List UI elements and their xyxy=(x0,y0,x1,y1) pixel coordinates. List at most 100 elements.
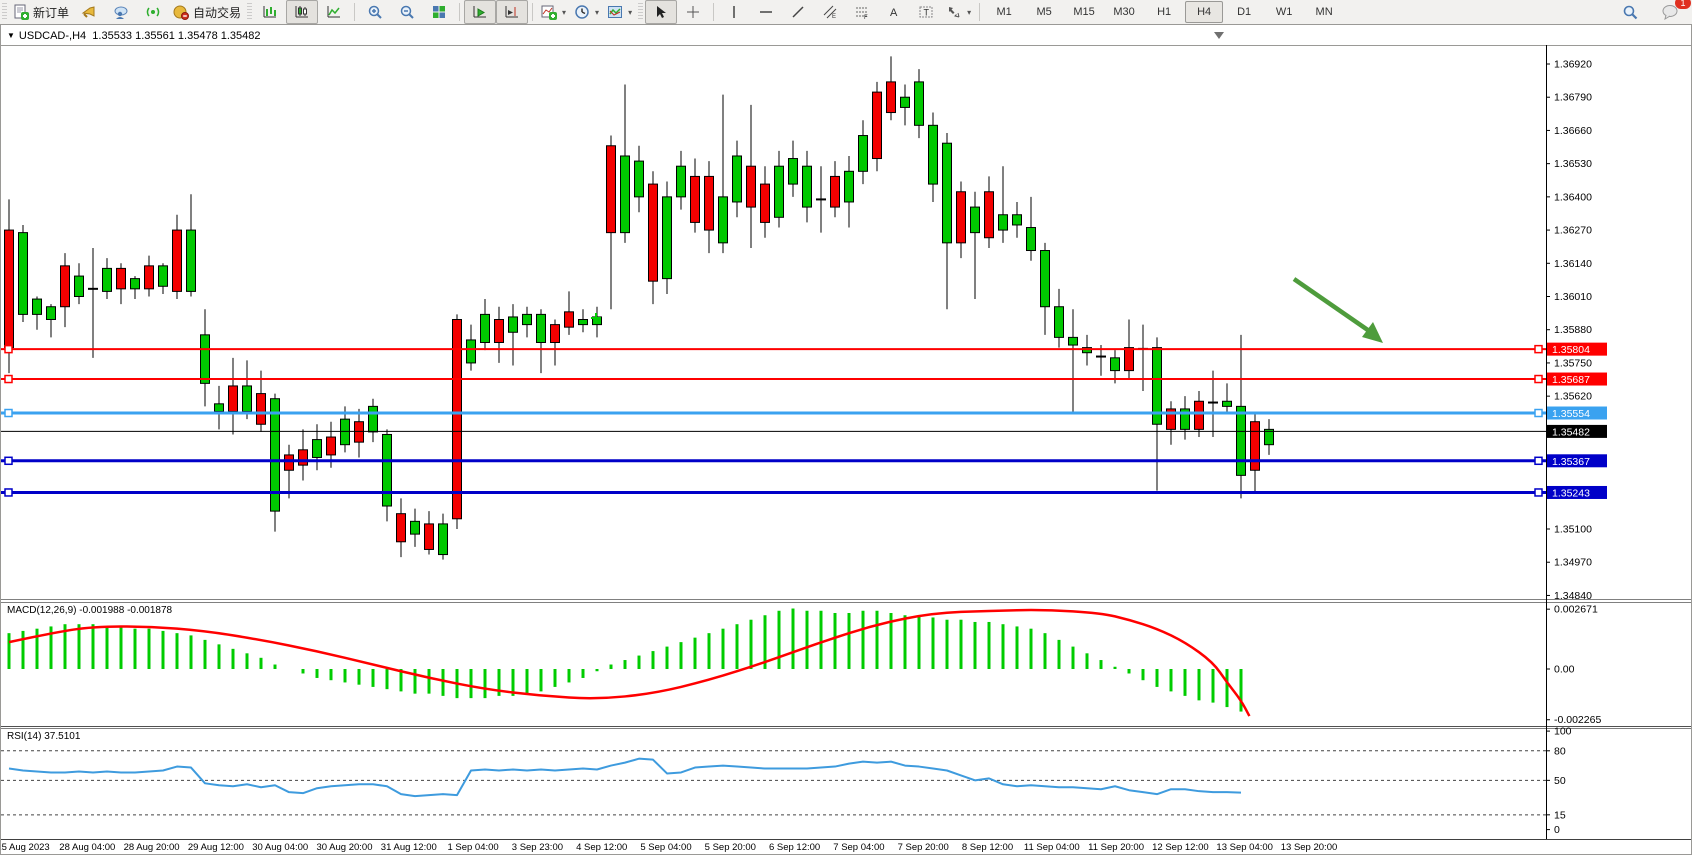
crosshair-button[interactable] xyxy=(677,0,709,24)
hline-anchor-square[interactable] xyxy=(1535,410,1542,417)
candle-body xyxy=(5,230,14,348)
timeframe-w1-button[interactable]: W1 xyxy=(1265,1,1303,23)
label-tool[interactable]: T xyxy=(910,0,942,24)
candle-body xyxy=(103,268,112,291)
toolbar-grip[interactable] xyxy=(2,3,7,21)
candle-body xyxy=(47,307,56,320)
arrows-dropdown-arrow: ▾ xyxy=(967,8,971,17)
timeframe-m1-button[interactable]: M1 xyxy=(985,1,1023,23)
notifications-button[interactable]: 1 xyxy=(1654,0,1686,24)
candle-body xyxy=(957,192,966,243)
mt4-window: 新订单 自动交易 xyxy=(0,0,1692,855)
arrows-tool[interactable]: ▾ xyxy=(942,0,975,24)
price-axis-scale[interactable] xyxy=(1546,45,1691,839)
new-order-button[interactable]: 新订单 xyxy=(9,0,73,24)
auto-trading-button[interactable]: 自动交易 xyxy=(169,0,245,24)
channel-tool[interactable]: E xyxy=(814,0,846,24)
timeframe-m30-button[interactable]: M30 xyxy=(1105,1,1143,23)
candle-body xyxy=(1069,337,1078,345)
search-button[interactable] xyxy=(1614,0,1646,24)
auto-scroll-icon xyxy=(472,4,488,20)
candle-body xyxy=(887,82,896,113)
indicators-button[interactable]: ▾ xyxy=(537,0,570,24)
toolbar-grip[interactable] xyxy=(638,3,643,21)
notification-badge: 1 xyxy=(1675,0,1691,9)
vertical-line-icon xyxy=(726,4,742,20)
svg-text:F: F xyxy=(864,15,868,20)
candle-body xyxy=(1223,401,1232,406)
chart-shift-marker[interactable] xyxy=(1214,32,1224,39)
candle-body xyxy=(145,266,154,289)
hline-anchor-square[interactable] xyxy=(5,410,12,417)
market-button[interactable] xyxy=(73,0,105,24)
chart-candles-button[interactable] xyxy=(286,0,318,24)
chart-window[interactable]: 1.358041.356871.355541.354821.353671.352… xyxy=(0,24,1692,855)
hline-anchor-square[interactable] xyxy=(5,489,12,496)
hline-anchor-square[interactable] xyxy=(5,376,12,383)
chart-shift-button[interactable] xyxy=(496,0,528,24)
auto-scroll-button[interactable] xyxy=(464,0,496,24)
hline-anchor-square[interactable] xyxy=(5,346,12,353)
macd-signal-line xyxy=(9,610,1249,716)
candle-body xyxy=(845,171,854,202)
trendline-icon xyxy=(790,4,806,20)
candle-body xyxy=(1111,358,1120,371)
hline-anchor-square[interactable] xyxy=(1535,346,1542,353)
chart-line-button[interactable] xyxy=(318,0,350,24)
candle-body xyxy=(635,161,644,197)
candlestick-series xyxy=(5,56,1274,559)
candle-body xyxy=(691,176,700,222)
timeframe-h1-button[interactable]: H1 xyxy=(1145,1,1183,23)
candle-body xyxy=(1041,251,1050,307)
candle-body xyxy=(173,230,182,291)
hline-anchor-square[interactable] xyxy=(1535,489,1542,496)
timeframe-h4-button[interactable]: H4 xyxy=(1185,1,1223,23)
candle-body xyxy=(747,166,756,207)
text-tool[interactable]: A xyxy=(878,0,910,24)
timeframe-m5-button[interactable]: M5 xyxy=(1025,1,1063,23)
candle-body xyxy=(131,279,140,289)
annotation-arrow-head[interactable] xyxy=(1362,322,1383,343)
timeframe-d1-button[interactable]: D1 xyxy=(1225,1,1263,23)
search-icon xyxy=(1622,4,1639,21)
time-axis-scale[interactable] xyxy=(1,840,1691,854)
hline-anchor-square[interactable] xyxy=(1535,457,1542,464)
horizontal-line-tool[interactable] xyxy=(750,0,782,24)
toolbar-grip[interactable] xyxy=(247,3,252,21)
auto-trading-label: 自动交易 xyxy=(193,4,241,21)
fibonacci-tool[interactable]: F xyxy=(846,0,878,24)
templates-dropdown-arrow: ▾ xyxy=(628,8,632,17)
candle-body xyxy=(61,266,70,307)
chart-bars-button[interactable] xyxy=(254,0,286,24)
cursor-button[interactable] xyxy=(645,0,677,24)
candle-body xyxy=(383,434,392,506)
candle-body xyxy=(369,406,378,432)
vertical-line-tool[interactable] xyxy=(718,0,750,24)
candle-body xyxy=(341,419,350,445)
tile-windows-icon xyxy=(431,4,447,20)
symbol-dropdown-icon[interactable]: ▼ xyxy=(7,31,15,40)
tile-windows-button[interactable] xyxy=(423,0,455,24)
annotation-arrow-line[interactable] xyxy=(1294,279,1375,335)
timeframe-mn-button[interactable]: MN xyxy=(1305,1,1343,23)
zoom-in-button[interactable] xyxy=(359,0,391,24)
timeframe-m15-button[interactable]: M15 xyxy=(1065,1,1103,23)
candle-body xyxy=(509,317,518,332)
candle-body xyxy=(495,320,504,343)
candle-body xyxy=(537,314,546,342)
candle-body xyxy=(411,521,420,534)
candle-body xyxy=(663,197,672,279)
hline-anchor-square[interactable] xyxy=(1535,376,1542,383)
signals-button[interactable] xyxy=(105,0,137,24)
zoom-out-button[interactable] xyxy=(391,0,423,24)
periods-button[interactable]: ▾ xyxy=(570,0,603,24)
broadcast-button[interactable] xyxy=(137,0,169,24)
candle-body xyxy=(1027,228,1036,251)
broadcast-icon xyxy=(145,4,161,20)
candle-body xyxy=(117,268,126,288)
trendline-tool[interactable] xyxy=(782,0,814,24)
templates-button[interactable]: ▾ xyxy=(603,0,636,24)
chart-canvas[interactable]: 1.358041.356871.355541.354821.353671.352… xyxy=(1,25,1691,854)
candle-body xyxy=(999,215,1008,230)
hline-anchor-square[interactable] xyxy=(5,457,12,464)
